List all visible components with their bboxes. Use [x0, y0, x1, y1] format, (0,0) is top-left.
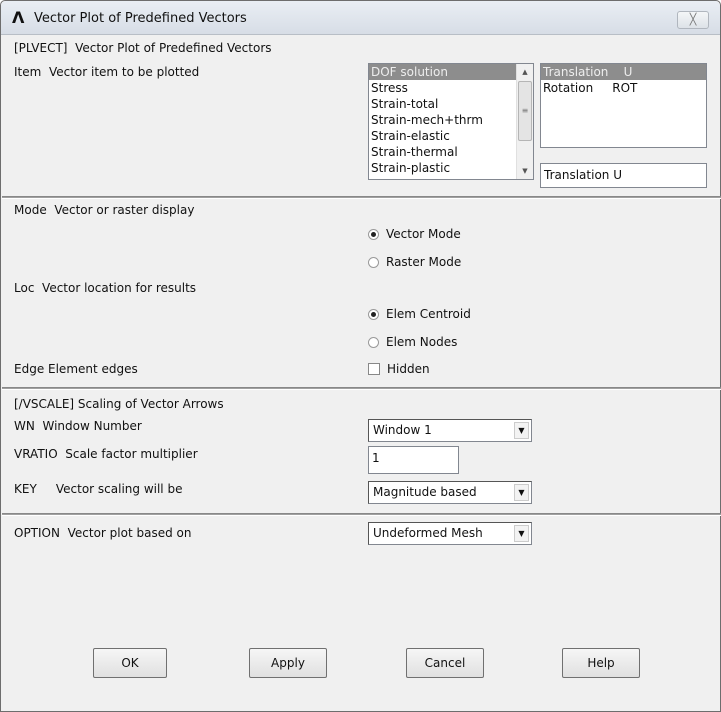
chevron-down-icon[interactable]: ▼ [514, 525, 529, 542]
radio-selected-icon [368, 308, 379, 320]
dialog-window: Λ Vector Plot of Predefined Vectors ╳ [P… [0, 0, 721, 712]
cancel-button[interactable]: Cancel [406, 648, 484, 678]
list-item[interactable]: Strain-mech+thrm [369, 112, 533, 128]
scroll-up-icon[interactable]: ▲ [517, 64, 533, 80]
option-label: OPTION Vector plot based on [14, 526, 192, 540]
list-item[interactable]: Strain-total [369, 96, 533, 112]
list-item[interactable]: Rotation ROT [541, 80, 706, 96]
apply-button[interactable]: Apply [249, 648, 327, 678]
close-button[interactable]: ╳ [677, 11, 709, 29]
dropdown-value: Undeformed Mesh [373, 526, 483, 540]
checkbox-label: Hidden [387, 362, 430, 376]
window-number-dropdown[interactable]: Window 1 ▼ [368, 419, 532, 442]
list-item[interactable]: Strain-thermal [369, 144, 533, 160]
list-item[interactable]: Strain-elastic [369, 128, 533, 144]
divider [2, 196, 721, 199]
chevron-down-icon[interactable]: ▼ [514, 422, 529, 439]
elem-centroid-radio[interactable]: Elem Centroid [368, 307, 471, 321]
vratio-label: VRATIO Scale factor multiplier [14, 447, 198, 461]
radio-icon [368, 336, 379, 348]
divider [2, 387, 721, 390]
list-item[interactable]: DOF solution [369, 64, 516, 80]
option-dropdown[interactable]: Undeformed Mesh ▼ [368, 522, 532, 545]
help-button[interactable]: Help [562, 648, 640, 678]
elem-nodes-radio[interactable]: Elem Nodes [368, 335, 457, 349]
loc-label: Loc Vector location for results [14, 281, 197, 295]
radio-label: Vector Mode [386, 227, 461, 241]
ansys-logo-icon: Λ [12, 8, 25, 27]
command-header: [PLVECT] Vector Plot of Predefined Vecto… [14, 41, 272, 55]
list-item[interactable]: Strain-plastic [369, 160, 533, 176]
divider [2, 513, 721, 516]
edge-label: Edge Element edges [14, 362, 138, 376]
key-dropdown[interactable]: Magnitude based ▼ [368, 481, 532, 504]
vratio-input[interactable]: 1 [368, 446, 459, 474]
key-label: KEY Vector scaling will be [14, 482, 183, 496]
list-item[interactable]: Translation U [541, 64, 706, 80]
wn-label: WN Window Number [14, 419, 142, 433]
vector-mode-radio[interactable]: Vector Mode [368, 227, 461, 241]
chevron-down-icon[interactable]: ▼ [514, 484, 529, 501]
title-bar: Λ Vector Plot of Predefined Vectors ╳ [1, 1, 720, 35]
scroll-thumb[interactable]: ≡ [518, 81, 532, 141]
item-category-list[interactable]: DOF solution Stress Strain-total Strain-… [368, 63, 534, 180]
scroll-down-icon[interactable]: ▼ [517, 163, 533, 179]
item-selected-field[interactable]: Translation U [540, 163, 707, 188]
radio-label: Elem Nodes [386, 335, 458, 349]
raster-mode-radio[interactable]: Raster Mode [368, 255, 461, 269]
radio-label: Raster Mode [386, 255, 462, 269]
ok-button[interactable]: OK [93, 648, 167, 678]
scrollbar[interactable]: ▲ ≡ ▼ [516, 64, 533, 179]
dropdown-value: Window 1 [373, 423, 432, 437]
radio-label: Elem Centroid [386, 307, 471, 321]
checkbox-icon [368, 363, 380, 375]
hidden-checkbox[interactable]: Hidden [368, 362, 430, 376]
window-title: Vector Plot of Predefined Vectors [34, 11, 247, 26]
list-item[interactable]: Stress [369, 80, 533, 96]
mode-label: Mode Vector or raster display [14, 203, 195, 217]
radio-icon [368, 256, 379, 268]
vscale-header: [/VSCALE] Scaling of Vector Arrows [14, 397, 224, 411]
item-label: Item Vector item to be plotted [14, 65, 200, 79]
radio-selected-icon [368, 228, 379, 240]
item-component-list[interactable]: Translation U Rotation ROT [540, 63, 707, 148]
dropdown-value: Magnitude based [373, 485, 477, 499]
